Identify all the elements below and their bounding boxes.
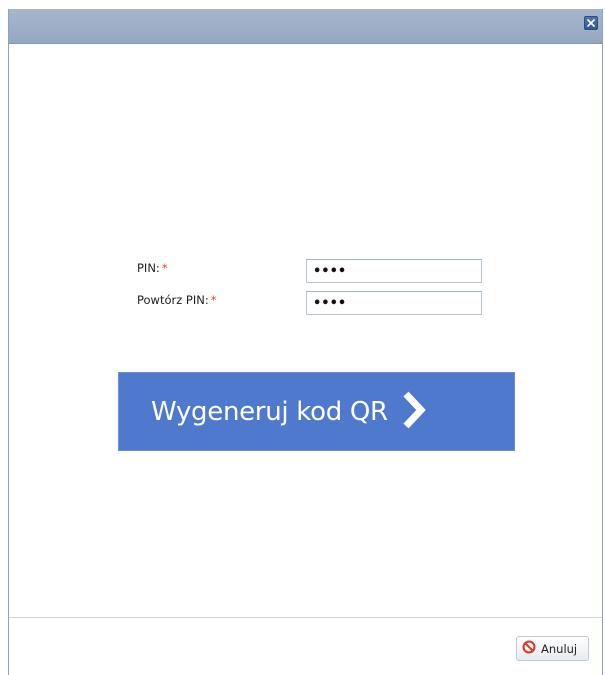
repeat-pin-input[interactable] <box>306 291 482 315</box>
pin-input[interactable] <box>306 259 482 283</box>
close-icon <box>587 19 595 27</box>
pin-required-mark: * <box>161 261 168 275</box>
footer-divider <box>9 617 602 618</box>
no-entry-icon <box>522 640 536 657</box>
cancel-button[interactable]: Anuluj <box>516 636 589 661</box>
dialog-titlebar <box>9 9 602 44</box>
generate-qr-label: Wygeneruj kod QR <box>151 396 388 427</box>
generate-qr-button[interactable]: Wygeneruj kod QR <box>118 372 515 451</box>
chevron-right-icon <box>402 391 426 433</box>
pin-label: PIN: * <box>137 261 168 275</box>
repeat-pin-required-mark: * <box>210 293 217 307</box>
repeat-pin-label: Powtórz PIN: * <box>137 293 217 307</box>
pin-label-text: PIN: <box>137 261 160 275</box>
cancel-label: Anuluj <box>541 641 578 656</box>
repeat-pin-label-text: Powtórz PIN: <box>137 293 209 307</box>
close-button[interactable] <box>584 16 598 30</box>
qr-dialog: PIN: * Powtórz PIN: * Wygeneruj kod QR Anu… <box>8 9 603 675</box>
